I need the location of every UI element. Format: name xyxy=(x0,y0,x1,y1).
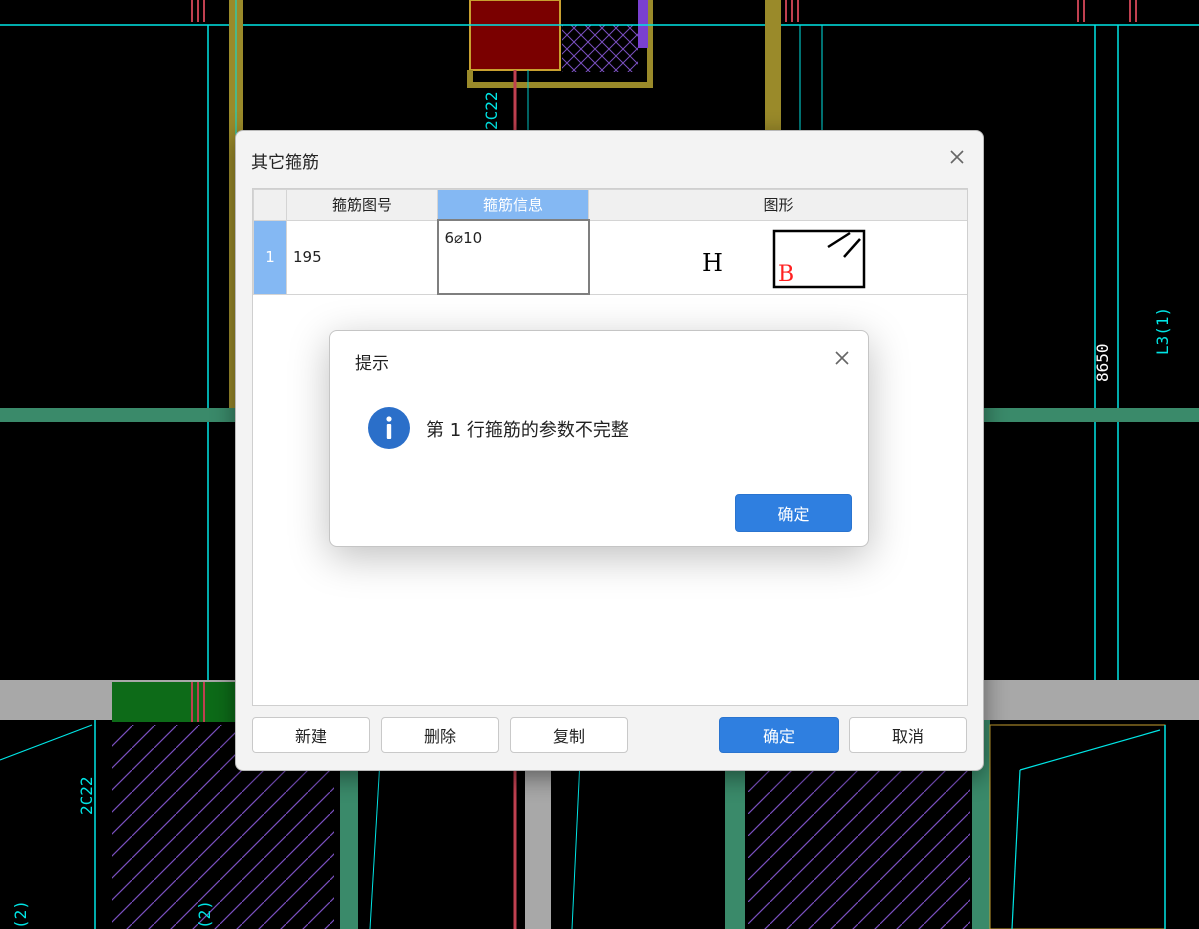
stirrup-hook xyxy=(826,231,851,249)
copy-button[interactable]: 复制 xyxy=(510,717,628,753)
close-icon xyxy=(835,351,849,365)
shape-label-h: H xyxy=(702,249,723,277)
cad-label: 8650 xyxy=(1093,343,1112,382)
cad-label: (2) xyxy=(11,900,30,929)
cad-label: 2C22 xyxy=(482,91,501,130)
dialog-title: 其它箍筋 xyxy=(251,153,319,173)
message-box: 提示 第 1 行箍筋的参数不完整 确定 xyxy=(329,330,869,547)
delete-button[interactable]: 删除 xyxy=(381,717,499,753)
message-ok-button[interactable]: 确定 xyxy=(735,494,852,532)
stirrup-shape-figure: H B xyxy=(702,229,865,289)
message-box-title: 提示 xyxy=(355,354,389,374)
message-text: 第 1 行箍筋的参数不完整 xyxy=(426,420,629,441)
cad-label: L3(1) xyxy=(1153,307,1172,355)
cell-figure-no[interactable]: 195 xyxy=(286,219,438,295)
info-icon xyxy=(368,407,410,449)
table-row[interactable]: 1 195 6⌀10 H B xyxy=(253,219,967,295)
cad-label: 2C22 xyxy=(77,776,96,815)
stirrup-hook xyxy=(842,238,861,258)
new-button[interactable]: 新建 xyxy=(252,717,370,753)
row-number[interactable]: 1 xyxy=(253,219,287,295)
grid-corner[interactable] xyxy=(253,189,287,221)
shape-label-b: B xyxy=(778,262,794,287)
dialog-close-button[interactable] xyxy=(945,145,969,169)
column-header-shape[interactable]: 图形 xyxy=(588,189,967,221)
ok-button[interactable]: 确定 xyxy=(719,717,839,753)
cad-label: (2) xyxy=(195,900,214,929)
cell-shape[interactable]: H B xyxy=(588,219,967,295)
cell-stirrup-info[interactable]: 6⌀10 xyxy=(436,219,590,295)
column-header-figure-no[interactable]: 箍筋图号 xyxy=(286,189,438,221)
close-icon xyxy=(950,150,964,164)
column-header-info[interactable]: 箍筋信息 xyxy=(437,189,589,221)
cancel-button[interactable]: 取消 xyxy=(849,717,967,753)
message-box-close-button[interactable] xyxy=(830,346,854,370)
